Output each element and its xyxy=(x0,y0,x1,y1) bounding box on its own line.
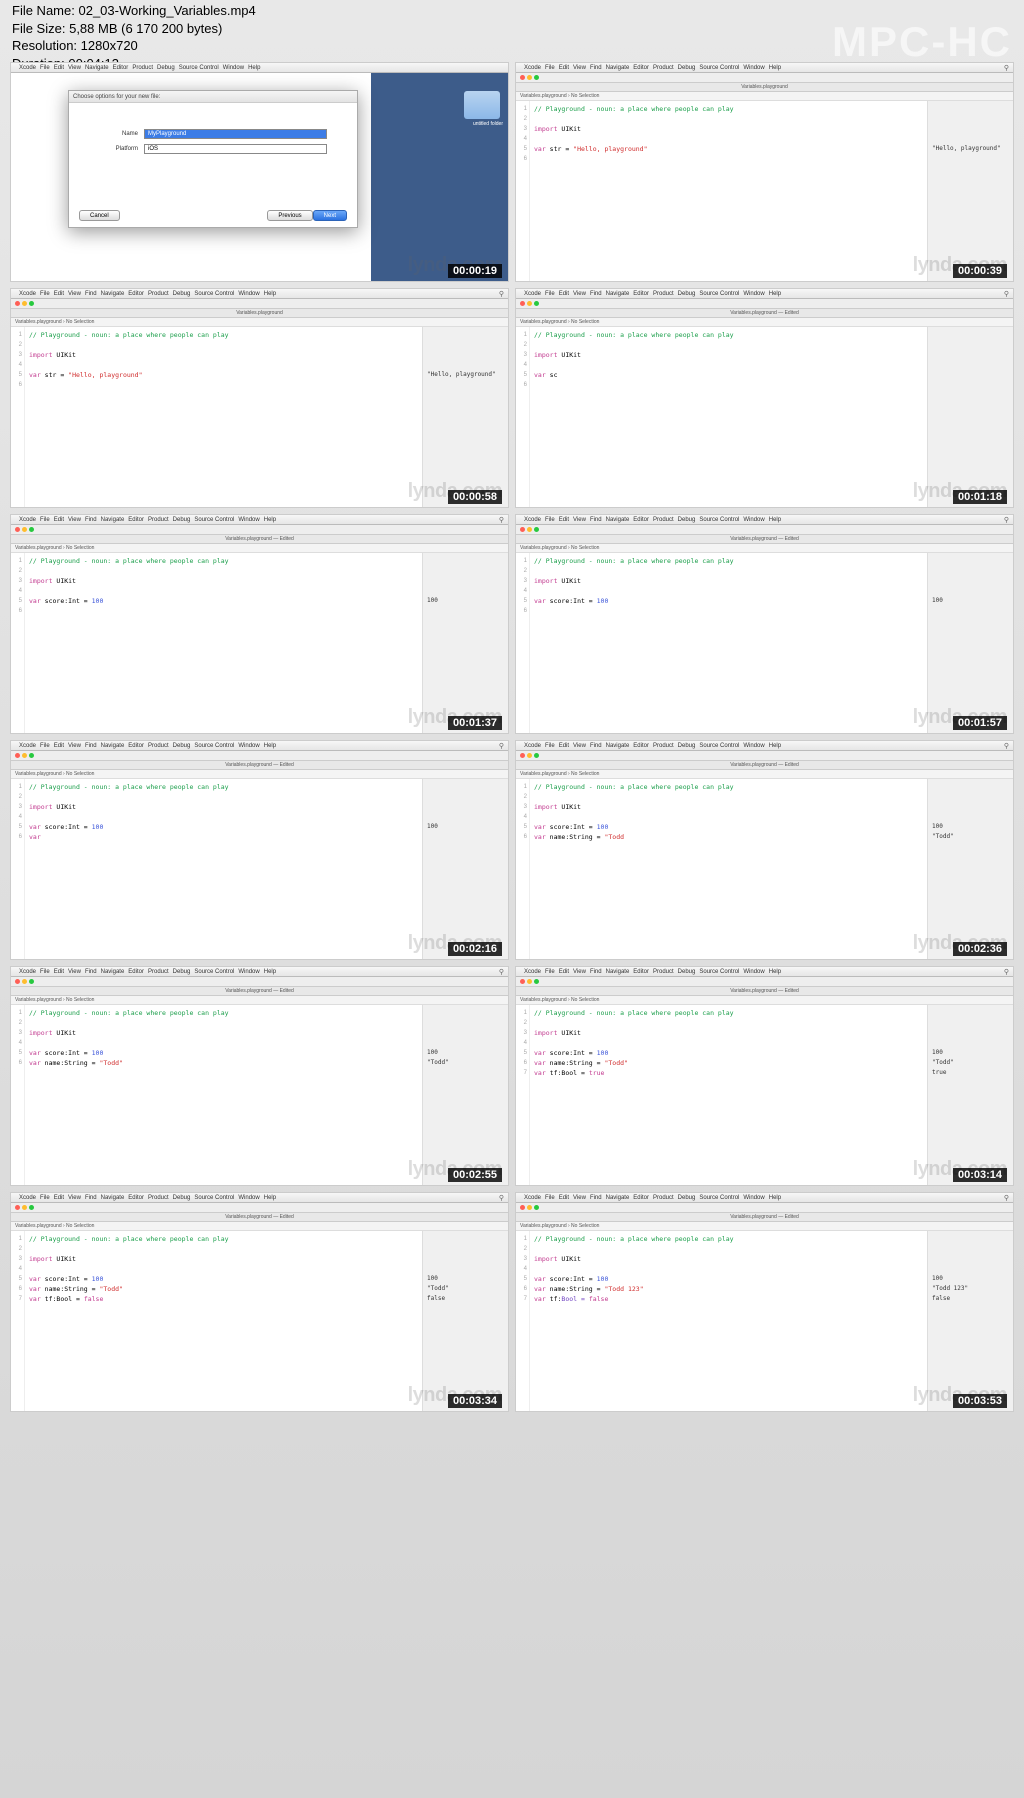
name-field[interactable]: MyPlayground xyxy=(144,129,327,139)
code-editor[interactable]: // Playground - noun: a place where peop… xyxy=(530,327,927,507)
frame-11: XcodeFileEditViewFindNavigateEditorProdu… xyxy=(10,1192,509,1412)
dialog-title: Choose options for your new file: xyxy=(69,91,357,103)
frame-1: XcodeFileEditViewNavigateEditorProductDe… xyxy=(10,62,509,282)
frame-5: XcodeFileEditViewFindNavigateEditorProdu… xyxy=(10,514,509,734)
frame-12: XcodeFileEditViewFindNavigateEditorProdu… xyxy=(515,1192,1014,1412)
code-editor[interactable]: // Playground - noun: a place where peop… xyxy=(530,779,927,959)
next-button[interactable]: Next xyxy=(313,210,347,221)
code-editor[interactable]: // Playground - noun: a place where peop… xyxy=(25,553,422,733)
code-editor[interactable]: // Playground - noun: a place where peop… xyxy=(530,1231,927,1411)
name-label: Name xyxy=(99,131,144,137)
frame-4: XcodeFileEditViewFindNavigateEditorProdu… xyxy=(515,288,1014,508)
search-icon[interactable]: ⚲ xyxy=(499,290,504,298)
menu-bar: XcodeFileEditViewNavigateEditorProductDe… xyxy=(11,63,508,73)
tab-bar: Variables.playground xyxy=(516,83,1013,92)
platform-label: Platform xyxy=(99,146,144,152)
timestamp: 00:00:39 xyxy=(953,264,1007,278)
cancel-button[interactable]: Cancel xyxy=(79,210,120,221)
frame-8: XcodeFileEditViewFindNavigateEditorProdu… xyxy=(515,740,1014,960)
code-editor[interactable]: // Playground - noun: a place where peop… xyxy=(25,1005,422,1185)
platform-field[interactable]: iOS xyxy=(144,144,327,154)
code-editor[interactable]: // Playground - noun: a place where peop… xyxy=(530,1005,927,1185)
previous-button[interactable]: Previous xyxy=(267,210,312,221)
folder-label: untitled folder xyxy=(473,121,503,127)
search-icon[interactable]: ⚲ xyxy=(1004,290,1009,298)
code-editor[interactable]: // Playground - noun: a place where peop… xyxy=(25,1231,422,1411)
thumbnail-grid: XcodeFileEditViewNavigateEditorProductDe… xyxy=(10,62,1014,1412)
timestamp: 00:00:19 xyxy=(448,264,502,278)
folder-icon xyxy=(464,91,500,119)
app-logo: MPC-HC xyxy=(832,18,1012,66)
frame-10: XcodeFileEditViewFindNavigateEditorProdu… xyxy=(515,966,1014,1186)
code-editor[interactable]: // Playground - noun: a place where peop… xyxy=(530,101,927,281)
frame-2: XcodeFileEditViewFindNavigateEditorProdu… xyxy=(515,62,1014,282)
menu-bar: XcodeFileEditViewFindNavigateEditorProdu… xyxy=(516,63,1013,73)
search-icon[interactable]: ⚲ xyxy=(1004,64,1009,72)
frame-7: XcodeFileEditViewFindNavigateEditorProdu… xyxy=(10,740,509,960)
code-editor[interactable]: // Playground - noun: a place where peop… xyxy=(25,779,422,959)
code-editor[interactable]: // Playground - noun: a place where peop… xyxy=(530,553,927,733)
new-file-dialog: Choose options for your new file: Name M… xyxy=(68,90,358,228)
code-editor[interactable]: // Playground - noun: a place where peop… xyxy=(25,327,422,507)
frame-9: XcodeFileEditViewFindNavigateEditorProdu… xyxy=(10,966,509,1186)
frame-6: XcodeFileEditViewFindNavigateEditorProdu… xyxy=(515,514,1014,734)
frame-3: XcodeFileEditViewFindNavigateEditorProdu… xyxy=(10,288,509,508)
breadcrumb: Variables.playground › No Selection xyxy=(516,92,1013,101)
